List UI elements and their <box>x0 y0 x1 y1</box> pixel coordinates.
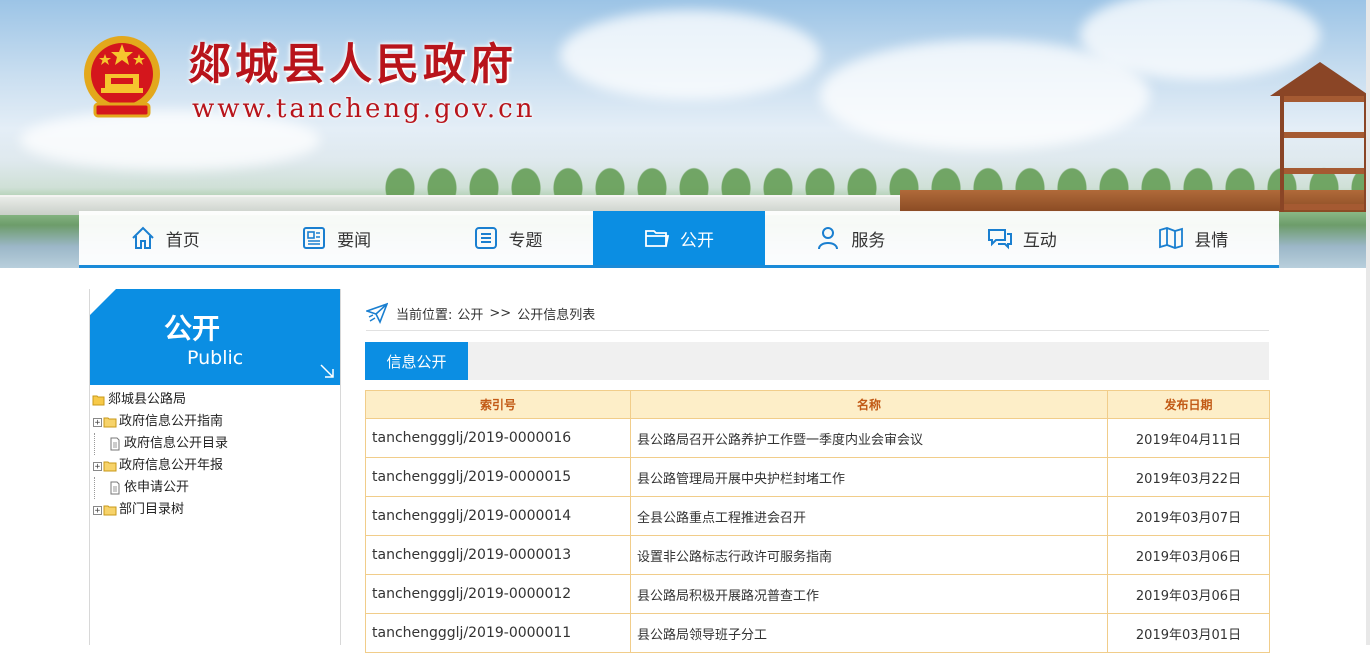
tree-item-label: 郯城县公路局 <box>108 392 187 407</box>
national-emblem-icon <box>84 36 160 118</box>
cell-index: tanchenggglj/2019-0000016 <box>365 418 631 458</box>
main-nav: 首页 要闻 专题 公开 服务 互动 县情 <box>79 211 1279 268</box>
breadcrumb-link-public[interactable]: 公开 <box>457 304 483 323</box>
tree-item-document[interactable]: 依申请公开 <box>90 477 340 499</box>
sidebar-title: 公开 <box>164 312 221 345</box>
breadcrumb-separator: >> <box>489 305 512 321</box>
folder-icon <box>103 417 117 428</box>
cell-date: 2019年03月06日 <box>1107 574 1270 614</box>
nav-item-label: 首页 <box>165 230 200 251</box>
home-icon <box>131 226 154 249</box>
list-icon <box>474 227 497 249</box>
cell-date: 2019年03月06日 <box>1107 535 1270 575</box>
page-scrollbar[interactable] <box>1366 0 1370 645</box>
table-row: tanchenggglj/2019-0000013 设置非公路标志行政许可服务指… <box>365 535 1270 575</box>
paper-plane-icon <box>366 302 388 324</box>
tree-item-label: 政府信息公开年报 <box>119 458 224 473</box>
cell-index: tanchenggglj/2019-0000012 <box>365 574 631 614</box>
cell-index: tanchenggglj/2019-0000011 <box>365 613 631 653</box>
nav-item-label: 要闻 <box>337 230 372 251</box>
arrow-down-right-icon <box>320 364 334 378</box>
user-icon <box>818 227 839 250</box>
nav-item-label: 互动 <box>1022 230 1057 251</box>
column-header-index: 索引号 <box>365 390 631 419</box>
cell-index: tanchenggglj/2019-0000014 <box>365 496 631 536</box>
folder-icon <box>645 230 670 247</box>
expand-icon[interactable]: + <box>93 417 102 427</box>
cell-index: tanchenggglj/2019-0000013 <box>365 535 631 575</box>
tree-item-folder[interactable]: + 政府信息公开指南 <box>90 411 340 433</box>
nav-item-service[interactable]: 服务 <box>765 211 936 265</box>
cell-name-link[interactable]: 县公路局领导班子分工 <box>637 628 767 643</box>
cell-date: 2019年04月11日 <box>1107 418 1270 458</box>
cell-name-link[interactable]: 全县公路重点工程推进会召开 <box>637 511 806 526</box>
column-header-date: 发布日期 <box>1107 390 1270 419</box>
cell-name-link[interactable]: 县公路局积极开展路况普查工作 <box>637 589 819 604</box>
cell-name-link[interactable]: 县公路局召开公路养护工作暨一季度内业会审会议 <box>637 433 923 448</box>
sidebar: 公开 Public 郯城县公路局 + 政府信息公开指南 政府信息公开目录 + 政… <box>89 289 341 645</box>
cell-date: 2019年03月07日 <box>1107 496 1270 536</box>
column-header-name: 名称 <box>630 390 1108 419</box>
nav-item-label: 专题 <box>508 230 543 251</box>
table-header-row: 索引号 名称 发布日期 <box>365 390 1270 419</box>
tab-info-public[interactable]: 信息公开 <box>365 342 468 380</box>
newspaper-icon <box>303 227 326 249</box>
chat-icon <box>987 229 1012 250</box>
cell-name-link[interactable]: 设置非公路标志行政许可服务指南 <box>637 550 832 565</box>
tab-bar: 信息公开 <box>365 342 1269 380</box>
sidebar-header: 公开 Public <box>90 289 340 385</box>
tree-item-label: 政府信息公开目录 <box>124 436 229 451</box>
nav-item-label: 县情 <box>1194 230 1229 251</box>
site-title: 郯城县人民政府 <box>188 40 517 90</box>
nav-item-county[interactable]: 县情 <box>1108 211 1279 265</box>
site-url: www.tancheng.gov.cn <box>192 94 536 124</box>
folder-icon <box>103 461 117 472</box>
folder-icon <box>103 505 117 516</box>
nav-item-interact[interactable]: 互动 <box>936 211 1107 265</box>
cloud-decoration <box>560 10 820 100</box>
nav-item-label: 公开 <box>679 230 714 251</box>
folder-open-icon <box>92 395 105 406</box>
nav-item-home[interactable]: 首页 <box>79 211 250 265</box>
cell-date: 2019年03月01日 <box>1107 613 1270 653</box>
tree-item-root[interactable]: 郯城县公路局 <box>90 389 340 411</box>
breadcrumb: 当前位置: 公开 >> 公开信息列表 <box>366 296 1269 331</box>
nav-item-topics[interactable]: 专题 <box>422 211 593 265</box>
expand-icon[interactable]: + <box>93 461 102 471</box>
nav-item-label: 服务 <box>851 230 886 251</box>
document-icon <box>110 481 120 495</box>
sidebar-subtitle: Public <box>187 347 244 369</box>
document-icon <box>110 437 120 451</box>
directory-tree: 郯城县公路局 + 政府信息公开指南 政府信息公开目录 + 政府信息公开年报 依申… <box>90 385 340 521</box>
table-row: tanchenggglj/2019-0000015 县公路管理局开展中央护栏封堵… <box>365 457 1270 497</box>
tree-item-label: 依申请公开 <box>124 480 190 495</box>
cell-name-link[interactable]: 县公路管理局开展中央护栏封堵工作 <box>637 472 845 487</box>
nav-item-public[interactable]: 公开 <box>593 211 765 265</box>
table-row: tanchenggglj/2019-0000014 全县公路重点工程推进会召开 … <box>365 496 1270 536</box>
cell-date: 2019年03月22日 <box>1107 457 1270 497</box>
table-row: tanchenggglj/2019-0000012 县公路局积极开展路况普查工作… <box>365 574 1270 614</box>
tree-item-folder[interactable]: + 政府信息公开年报 <box>90 455 340 477</box>
tree-item-document[interactable]: 政府信息公开目录 <box>90 433 340 455</box>
nav-item-news[interactable]: 要闻 <box>250 211 421 265</box>
table-row: tanchenggglj/2019-0000011 县公路局领导班子分工 201… <box>365 613 1270 653</box>
info-table: 索引号 名称 发布日期 tanchenggglj/2019-0000016 县公… <box>365 390 1270 653</box>
tree-item-label: 政府信息公开指南 <box>119 414 224 429</box>
expand-icon[interactable]: + <box>93 505 102 515</box>
tree-item-folder[interactable]: + 部门目录树 <box>90 499 340 521</box>
tree-item-label: 部门目录树 <box>119 502 185 517</box>
breadcrumb-prefix: 当前位置: <box>396 307 453 323</box>
map-icon <box>1159 227 1184 249</box>
pavilion-decoration <box>1270 62 1370 212</box>
table-row: tanchenggglj/2019-0000016 县公路局召开公路养护工作暨一… <box>365 418 1270 458</box>
cell-index: tanchenggglj/2019-0000015 <box>365 457 631 497</box>
breadcrumb-link-list[interactable]: 公开信息列表 <box>517 304 595 323</box>
